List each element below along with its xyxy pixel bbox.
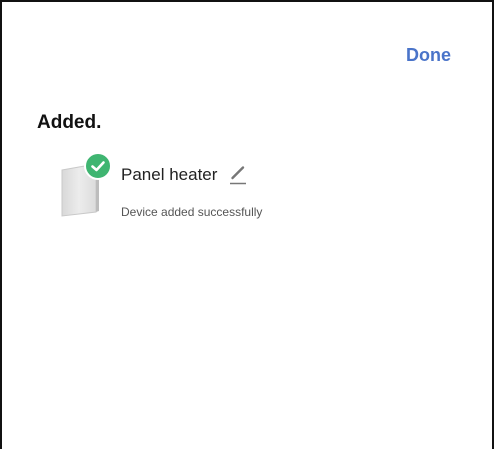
device-name: Panel heater	[121, 165, 218, 184]
device-list-item: Panel heater Device added successfully	[58, 152, 358, 222]
page-title: Added.	[37, 112, 102, 133]
frame-top-border	[0, 0, 494, 2]
check-circle-icon	[84, 152, 112, 180]
device-status-text: Device added successfully	[121, 205, 263, 219]
done-button[interactable]: Done	[406, 41, 451, 69]
frame-left-border	[0, 0, 2, 449]
frame-right-border	[492, 0, 494, 449]
pencil-icon[interactable]	[229, 163, 247, 185]
device-added-screen: Done Added. Panel heater Device added su…	[0, 0, 496, 449]
